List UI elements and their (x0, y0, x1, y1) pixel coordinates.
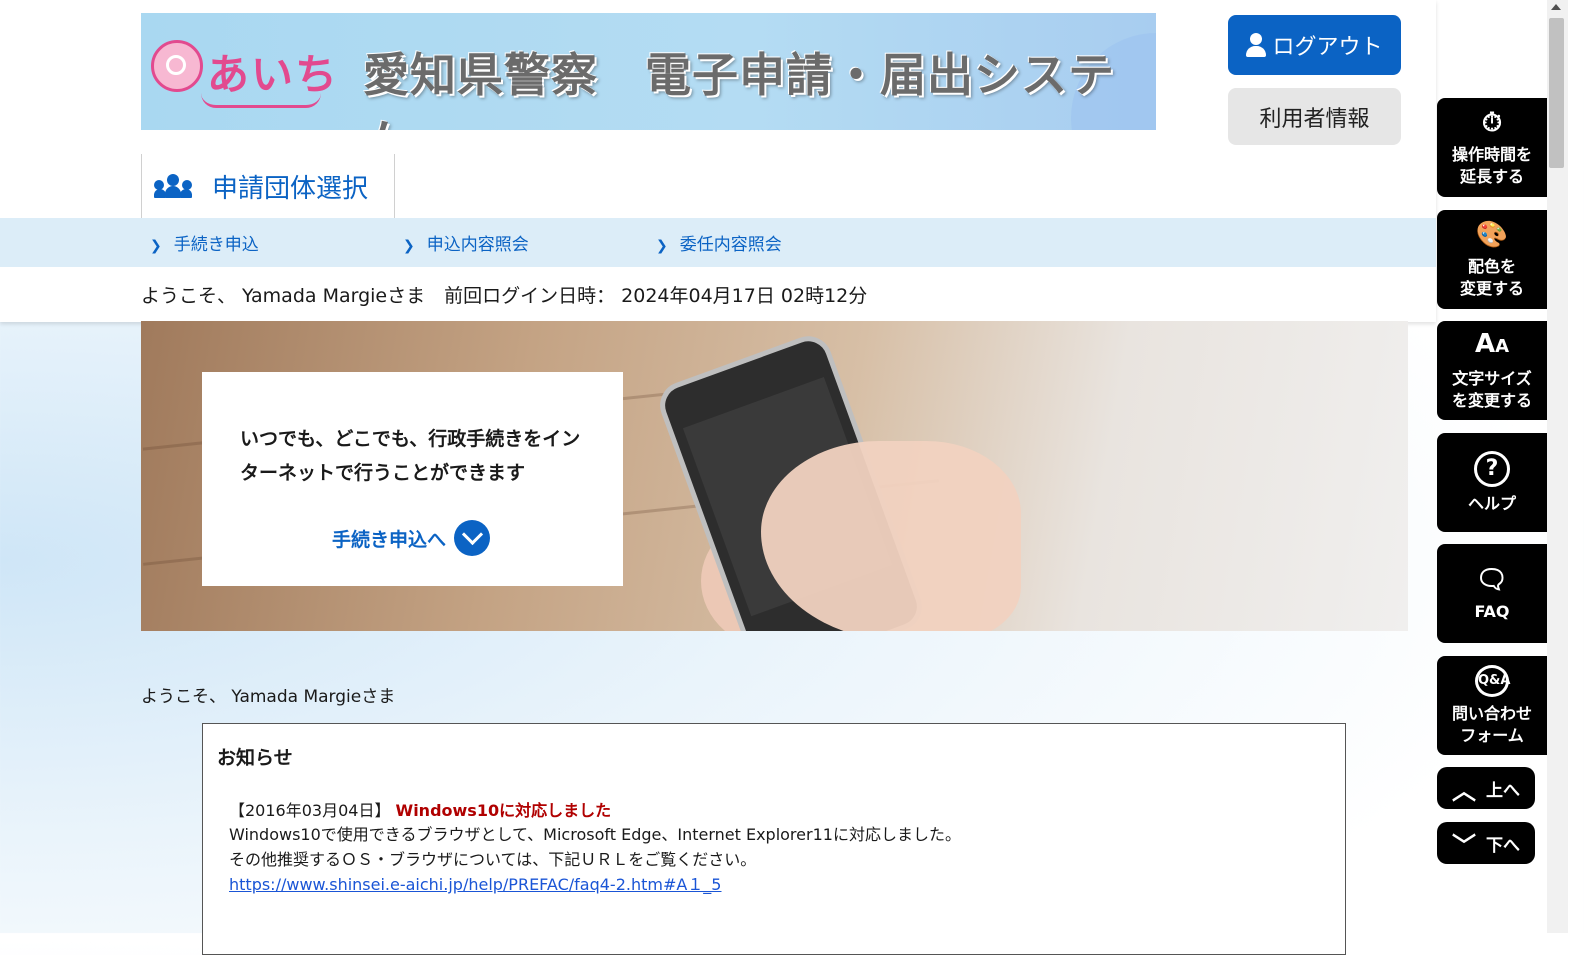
scroll-down-button[interactable]: ﹀ 下へ (1437, 822, 1535, 864)
nav-item-label: 申込内容照会 (426, 235, 529, 255)
extend-time-label: 操作時間を (1451, 144, 1532, 164)
qa-bubble-icon: Q&A (1475, 664, 1510, 697)
scroll-up-button[interactable]: ︿ 上へ (1437, 767, 1535, 809)
notice-body: Windows10で使用できるブラウザとして、Microsoft Edge、In… (229, 822, 961, 897)
scrollbar-thumb[interactable] (1549, 18, 1564, 168)
person-icon (1246, 33, 1267, 57)
stopwatch-icon: ⏱ (1481, 107, 1503, 138)
user-info-button[interactable]: 利用者情報 (1228, 88, 1401, 145)
chevron-right-icon: ❯ (656, 238, 668, 254)
hand-decoration (761, 441, 1021, 631)
notice-box: お知らせ 【2016年03月04日】 Windows10に対応しました Wind… (202, 723, 1346, 955)
notice-date: 【2016年03月04日】 (229, 801, 391, 820)
chevron-down-icon (454, 520, 491, 556)
logo-underline (201, 93, 321, 108)
nav-item-label: 手続き申込 (173, 235, 259, 255)
extend-time-label: 延長する (1459, 166, 1524, 186)
notice-line: その他推奨するＯＳ・ブラウザについては、下記ＵＲＬをご覧ください。 (229, 850, 757, 869)
welcome-text: ようこそ、 Yamada Margieさま (141, 687, 396, 707)
logout-label: ログアウト (1272, 35, 1383, 60)
site-title: 愛知県警察 電子申請・届出システム (363, 48, 1115, 130)
palette-icon: 🎨 (1475, 219, 1509, 250)
change-color-label: 配色を (1467, 256, 1516, 276)
aichi-logo-icon (151, 40, 203, 92)
nav-item-apply[interactable]: ❯ 手続き申込 (150, 230, 259, 255)
extend-time-button[interactable]: ⏱ 操作時間を 延長する (1437, 98, 1547, 197)
notice-line: Windows10で使用できるブラウザとして、Microsoft Edge、In… (229, 825, 961, 844)
nav-item-label: 委任内容照会 (679, 235, 782, 255)
hero-text: いつでも、どこでも、行政手続きをインターネットで行うことができます (240, 428, 581, 484)
hero-card: いつでも、どこでも、行政手続きをインターネットで行うことができます 手続き申込へ (202, 372, 623, 586)
nav-item-inquiry[interactable]: ❯ 申込内容照会 (403, 230, 529, 255)
scroll-down-label: 下へ (1486, 835, 1520, 856)
nav-item-delegation[interactable]: ❯ 委任内容照会 (656, 230, 782, 255)
question-icon: ? (1474, 450, 1510, 487)
scroll-up-label: 上へ (1486, 780, 1520, 801)
help-label: ヘルプ (1467, 493, 1516, 513)
faq-button[interactable]: 🗨 FAQ (1437, 544, 1547, 643)
chevron-up-icon: ︿ (1452, 776, 1476, 805)
logout-button[interactable]: ログアウト (1228, 15, 1401, 75)
hero-image: いつでも、どこでも、行政手続きをインターネットで行うことができます 手続き申込へ (141, 321, 1408, 631)
change-color-label: 変更する (1459, 278, 1524, 298)
notice-link[interactable]: https://www.shinsei.e-aichi.jp/help/PREF… (229, 875, 722, 894)
welcome-last-login: ようこそ、 Yamada Margieさま 前回ログイン日時： 2024年04月… (141, 285, 868, 307)
faq-label: FAQ (1474, 601, 1510, 621)
font-size-button[interactable]: AA 文字サイズ を変更する (1437, 321, 1547, 420)
change-color-button[interactable]: 🎨 配色を 変更する (1437, 210, 1547, 309)
group-select-tab[interactable]: 申請団体選択 (141, 154, 395, 218)
scroll-arrow-up-icon[interactable] (1551, 4, 1561, 10)
font-size-label: 文字サイズ (1452, 369, 1532, 388)
site-banner[interactable]: あいち 愛知県警察 電子申請・届出システム (141, 13, 1156, 130)
help-button[interactable]: ? ヘルプ (1437, 433, 1547, 532)
font-size-label: を変更する (1451, 391, 1532, 410)
group-select-label: 申請団体選択 (212, 173, 369, 204)
font-size-icon: AA (1474, 329, 1510, 359)
chevron-down-icon: ﹀ (1452, 831, 1476, 860)
contact-form-label: フォーム (1460, 725, 1524, 745)
chevron-right-icon: ❯ (403, 238, 415, 254)
contact-form-button[interactable]: Q&A 問い合わせ フォーム (1437, 656, 1547, 755)
contact-form-label: 問い合わせ (1451, 703, 1532, 723)
chat-icon: 🗨 (1475, 564, 1509, 595)
group-icon (154, 174, 192, 198)
chevron-right-icon: ❯ (150, 238, 162, 254)
apply-link[interactable]: 手続き申込へ (332, 520, 491, 556)
notice-title: お知らせ (217, 747, 293, 769)
notice-headline-row: 【2016年03月04日】 Windows10に対応しました (229, 797, 611, 821)
apply-link-label: 手続き申込へ (332, 528, 447, 551)
notice-headline: Windows10に対応しました (395, 801, 612, 820)
